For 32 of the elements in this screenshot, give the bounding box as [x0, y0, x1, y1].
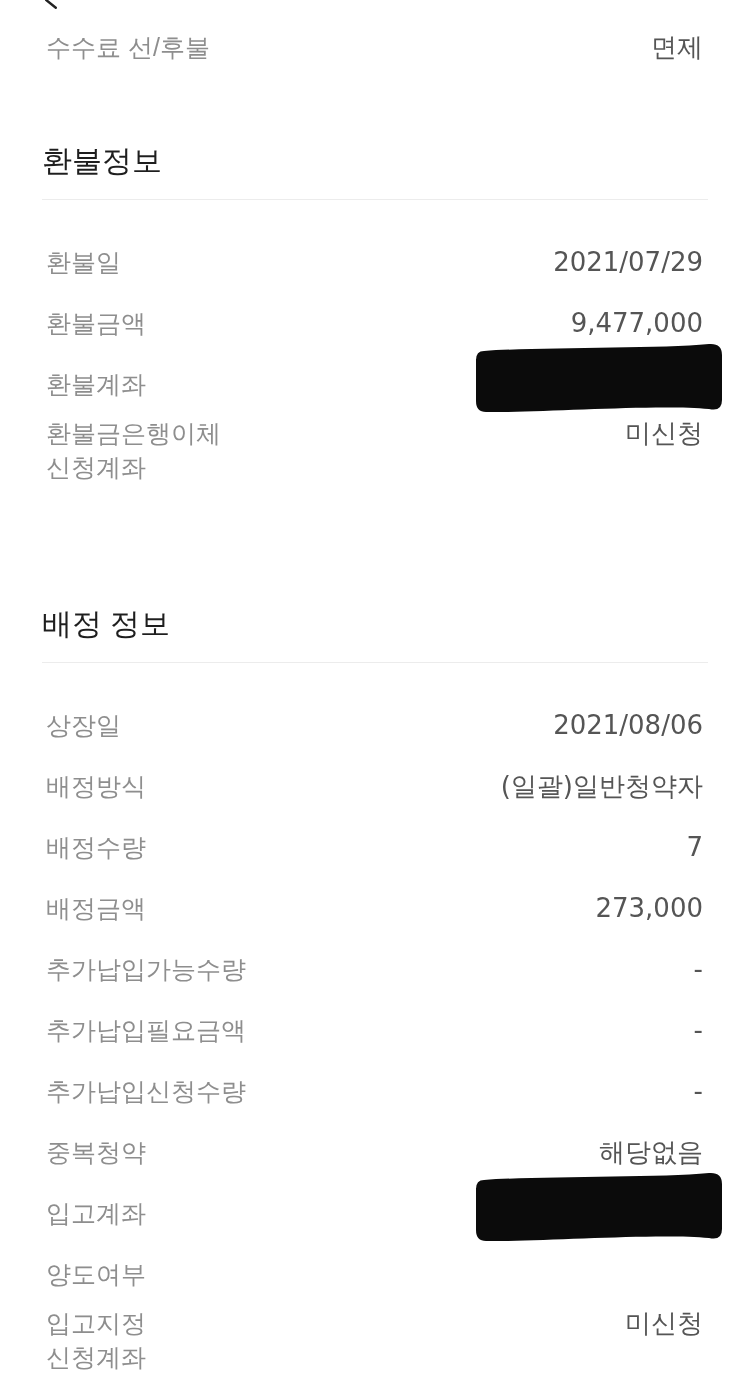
field-value: -	[693, 953, 703, 986]
field-label: 배정방식	[46, 771, 146, 802]
field-label: 배정수량	[46, 832, 146, 863]
field-label: 배정금액	[46, 893, 146, 924]
section-title: 배정 정보	[42, 604, 708, 663]
field-label: 환불일	[46, 247, 121, 278]
field-value: 9,477,000	[570, 307, 703, 340]
field-label: 상장일	[46, 710, 121, 741]
field-label: 중복청약	[46, 1137, 146, 1168]
field-label: 환불금액	[46, 308, 146, 339]
field-value: 미신청	[625, 417, 703, 450]
section-title: 환불정보	[42, 141, 708, 200]
field-value: 2021/08/06	[553, 709, 703, 742]
field-label: 추가납입가능수량	[46, 954, 246, 985]
field-value: -	[693, 1014, 703, 1047]
field-value: 2021/07/29	[553, 246, 703, 279]
back-icon[interactable]	[45, 0, 57, 9]
field-label: 추가납입신청수량	[46, 1076, 246, 1107]
field-label: 양도여부	[46, 1259, 146, 1290]
field-value: 7	[686, 831, 703, 864]
field-value: -	[693, 1075, 703, 1108]
field-label: 입고계좌	[46, 1198, 146, 1229]
field-label: 환불금은행이체 신청계좌	[46, 418, 221, 483]
field-value: 273,000	[595, 892, 703, 925]
field-label: 추가납입필요금액	[46, 1015, 246, 1046]
field-value: 미신청	[625, 1307, 703, 1340]
field-value: 해당없음	[599, 1136, 703, 1169]
field-label: 환불계좌	[46, 369, 146, 400]
field-label: 수수료 선/후불	[46, 32, 210, 63]
field-value: 면제	[651, 31, 703, 64]
field-value: (일괄)일반청약자	[500, 770, 703, 803]
field-label: 입고지정 신청계좌	[46, 1308, 146, 1373]
